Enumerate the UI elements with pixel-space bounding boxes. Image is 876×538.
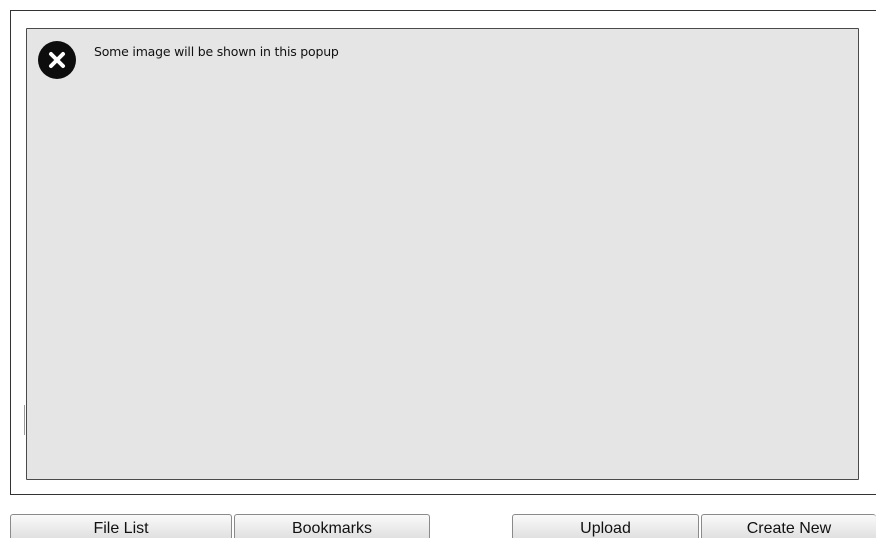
close-icon [49, 52, 65, 68]
popup-close-button[interactable] [38, 41, 76, 79]
page: Some image will be shown in this popup F… [0, 0, 876, 538]
file-list-button[interactable]: File List [10, 514, 232, 538]
popup-edge-mark [24, 405, 25, 435]
create-new-button[interactable]: Create New [701, 514, 876, 538]
bookmarks-button[interactable]: Bookmarks [234, 514, 430, 538]
image-popup [26, 28, 859, 480]
popup-message: Some image will be shown in this popup [94, 44, 339, 59]
upload-button[interactable]: Upload [512, 514, 699, 538]
